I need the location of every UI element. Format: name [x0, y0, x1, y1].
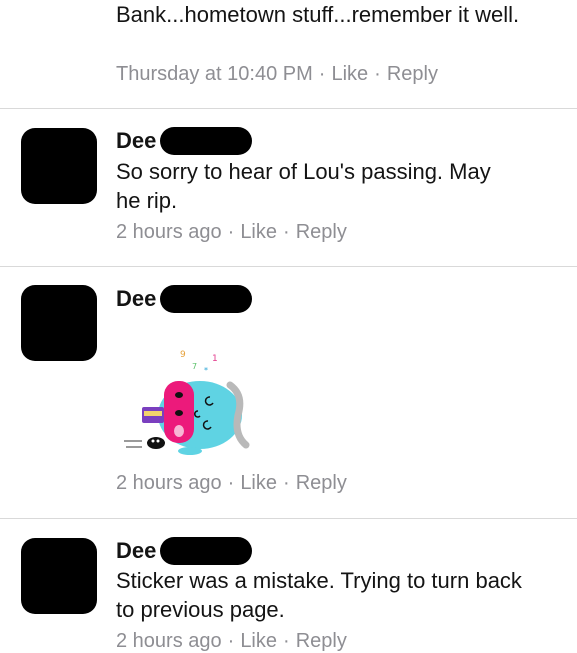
- comment-author: Dee: [116, 285, 253, 313]
- svg-text:7: 7: [192, 362, 197, 371]
- meta-separator: ·: [374, 63, 381, 85]
- comment-author: Dee: [116, 537, 253, 565]
- meta-separator: ·: [318, 63, 326, 85]
- reply-link[interactable]: Reply: [296, 221, 347, 243]
- author-name[interactable]: Dee: [116, 286, 156, 312]
- comment-divider: [0, 518, 577, 519]
- svg-text:1: 1: [212, 354, 218, 364]
- meta-separator: ·: [283, 472, 290, 494]
- redacted-name: [160, 285, 253, 313]
- svg-text:*: *: [204, 366, 208, 375]
- author-name[interactable]: Dee: [116, 128, 156, 154]
- comment-divider: [0, 266, 577, 267]
- comment-author: Dee: [116, 127, 253, 155]
- comment-time[interactable]: Thursday at 10:40 PM: [116, 63, 313, 85]
- reply-link[interactable]: Reply: [296, 630, 347, 652]
- like-link[interactable]: Like: [240, 221, 277, 243]
- sticker-image[interactable]: 9 1 7 *: [112, 345, 252, 465]
- comment-divider: [0, 108, 577, 109]
- comment-time[interactable]: 2 hours ago: [116, 221, 222, 243]
- meta-separator: ·: [283, 221, 290, 243]
- avatar[interactable]: [21, 285, 97, 361]
- comment-meta: 2 hours ago · Like · Reply: [116, 472, 347, 495]
- like-link[interactable]: Like: [240, 472, 277, 494]
- reply-link[interactable]: Reply: [387, 63, 438, 85]
- comment-meta: 2 hours ago · Like · Reply: [116, 221, 347, 244]
- comment-time[interactable]: 2 hours ago: [116, 630, 222, 652]
- redacted-name: [160, 127, 253, 155]
- avatar[interactable]: [21, 128, 97, 204]
- meta-separator: ·: [227, 472, 235, 494]
- like-link[interactable]: Like: [240, 630, 277, 652]
- avatar[interactable]: [21, 538, 97, 614]
- comment-text: So sorry to hear of Lou's passing. May h…: [116, 159, 491, 213]
- like-link[interactable]: Like: [331, 63, 368, 85]
- comment-meta: 2 hours ago · Like · Reply: [116, 630, 347, 653]
- svg-text:9: 9: [180, 350, 186, 360]
- meta-separator: ·: [227, 221, 235, 243]
- meta-separator: ·: [227, 630, 235, 652]
- meta-separator: ·: [283, 630, 290, 652]
- comment-time[interactable]: 2 hours ago: [116, 472, 222, 494]
- comment-text: Bank...hometown stuff...remember it well…: [116, 2, 520, 27]
- redacted-name: [160, 537, 253, 565]
- comment-text: Sticker was a mistake. Trying to turn ba…: [116, 568, 522, 622]
- comment-meta: Thursday at 10:40 PM · Like · Reply: [116, 63, 438, 86]
- reply-link[interactable]: Reply: [296, 472, 347, 494]
- author-name[interactable]: Dee: [116, 538, 156, 564]
